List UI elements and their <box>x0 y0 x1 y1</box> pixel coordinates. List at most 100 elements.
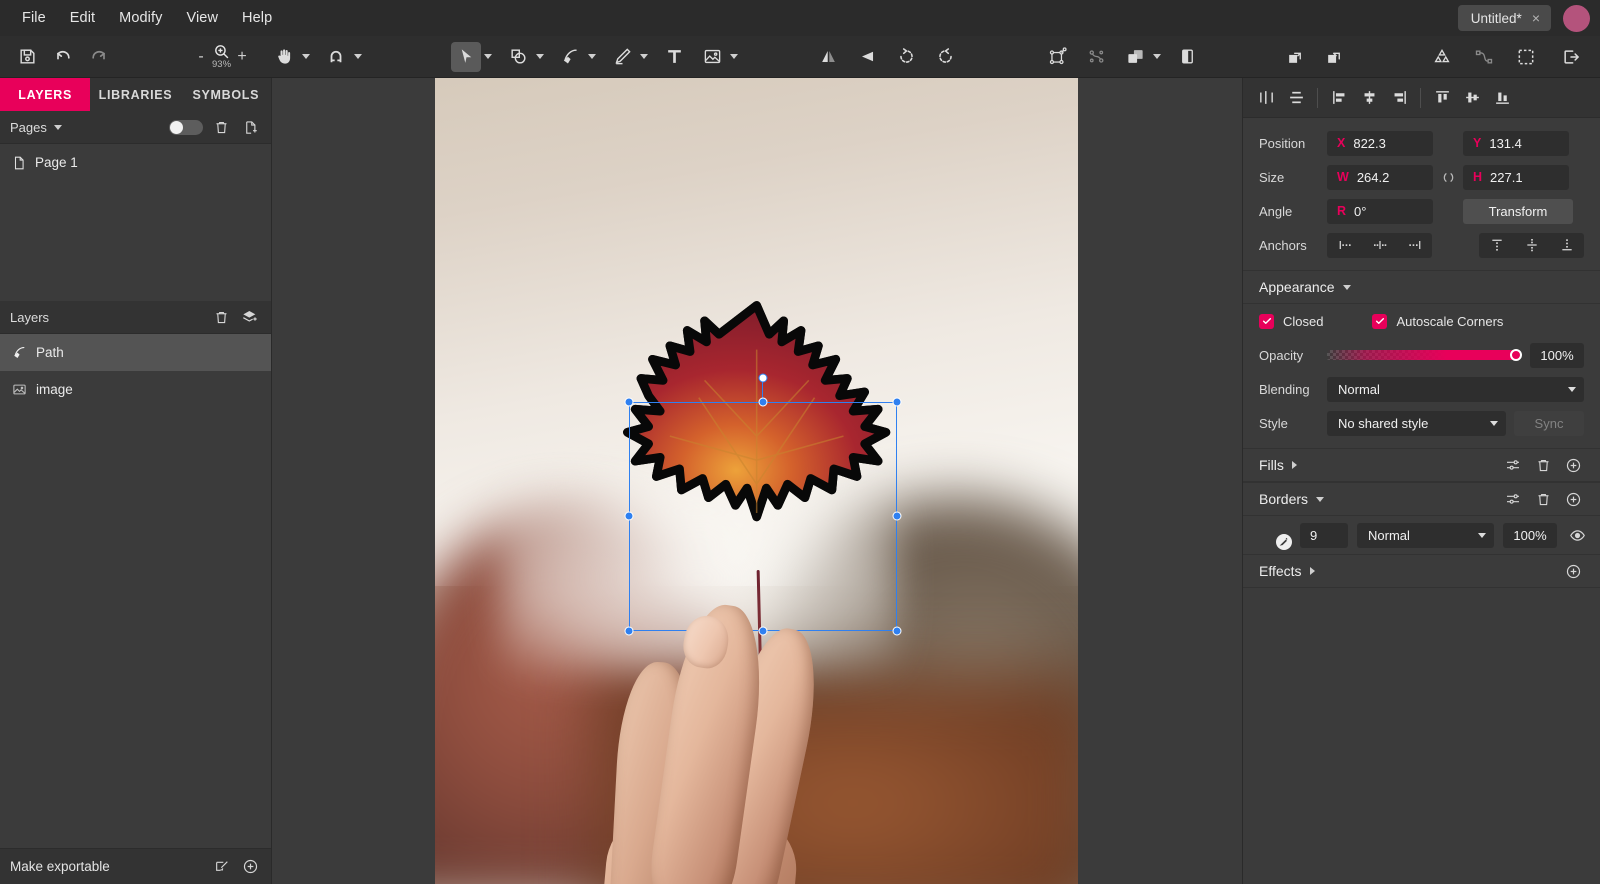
anchor-left-icon[interactable] <box>1327 233 1362 258</box>
resize-handle-top-left[interactable] <box>624 397 634 407</box>
fills-chevron-right-icon[interactable] <box>1291 461 1297 469</box>
snap-magnet-icon[interactable] <box>321 42 351 72</box>
flip-vertical-icon[interactable] <box>852 42 882 72</box>
proportion-link-icon[interactable] <box>1433 170 1463 185</box>
pages-chevron-down-icon[interactable] <box>53 124 62 130</box>
bring-forward-icon[interactable] <box>1280 42 1310 72</box>
position-y-input[interactable]: Y 131.4 <box>1463 130 1569 156</box>
border-opacity-input[interactable]: 100% <box>1503 522 1557 548</box>
anchor-bottom-icon[interactable] <box>1549 233 1584 258</box>
selection-bounding-box[interactable] <box>629 402 897 631</box>
marquee-select-icon[interactable] <box>1511 42 1541 72</box>
rotation-handle[interactable] <box>758 373 768 383</box>
blending-select[interactable]: Normal <box>1327 376 1584 402</box>
shape-tool-icon[interactable] <box>503 42 533 72</box>
position-x-input[interactable]: X 822.3 <box>1327 130 1433 156</box>
tab-libraries[interactable]: LIBRARIES <box>90 78 181 111</box>
transform-points-icon[interactable] <box>1042 42 1072 72</box>
layers-trash-icon[interactable] <box>210 306 232 328</box>
resize-handle-bottom-left[interactable] <box>624 626 634 636</box>
avatar[interactable] <box>1563 4 1590 32</box>
align-middle-vertical-icon[interactable] <box>1458 84 1486 112</box>
closed-checkbox[interactable] <box>1259 313 1274 329</box>
size-height-input[interactable]: H 227.1 <box>1463 164 1569 190</box>
image-chevron-down-icon[interactable] <box>727 42 741 72</box>
pages-trash-icon[interactable] <box>210 116 232 138</box>
rotate-right-icon[interactable] <box>930 42 960 72</box>
pages-visibility-toggle[interactable] <box>169 119 203 135</box>
style-select[interactable]: No shared style <box>1327 410 1506 436</box>
menu-item-modify[interactable]: Modify <box>107 5 174 31</box>
undo-icon[interactable] <box>48 42 78 72</box>
transform-button[interactable]: Transform <box>1463 198 1573 224</box>
vectorize-icon[interactable] <box>1081 42 1111 72</box>
convert-icon[interactable] <box>1427 42 1457 72</box>
borders-section-header[interactable]: Borders <box>1243 482 1600 516</box>
layer-item-path[interactable]: Path <box>0 334 271 371</box>
resize-handle-top-center[interactable] <box>758 397 768 407</box>
anchor-center-icon[interactable] <box>1362 233 1397 258</box>
eye-icon[interactable] <box>1566 524 1588 546</box>
border-color-swatch[interactable] <box>1257 522 1292 550</box>
tab-layers[interactable]: LAYERS <box>0 78 91 111</box>
menu-item-file[interactable]: File <box>10 5 58 31</box>
align-right-icon[interactable] <box>1385 84 1413 112</box>
appearance-chevron-down-icon[interactable] <box>1342 284 1351 290</box>
borders-sliders-icon[interactable] <box>1502 488 1524 510</box>
select-chevron-down-icon[interactable] <box>481 42 495 72</box>
fills-trash-icon[interactable] <box>1532 454 1554 476</box>
resize-handle-bottom-center[interactable] <box>758 626 768 636</box>
mask-icon[interactable] <box>1172 42 1202 72</box>
align-center-horizontal-icon[interactable] <box>1355 84 1383 112</box>
opacity-value-input[interactable]: 100% <box>1530 342 1584 368</box>
anchor-middle-icon[interactable] <box>1514 233 1549 258</box>
hand-tool-icon[interactable] <box>269 42 299 72</box>
fills-sliders-icon[interactable] <box>1502 454 1524 476</box>
eyedropper-icon[interactable] <box>1276 534 1292 550</box>
menu-item-help[interactable]: Help <box>230 5 284 31</box>
shape-chevron-down-icon[interactable] <box>533 42 547 72</box>
distribute-horizontal-icon[interactable] <box>1252 84 1280 112</box>
effects-add-icon[interactable] <box>1562 560 1584 582</box>
border-blend-select[interactable]: Normal <box>1357 522 1494 548</box>
artboard[interactable] <box>435 78 1078 884</box>
magnifier-icon[interactable]: 93% <box>212 43 231 70</box>
effects-chevron-right-icon[interactable] <box>1309 567 1315 575</box>
resize-handle-bottom-right[interactable] <box>892 626 902 636</box>
effects-section-header[interactable]: Effects <box>1243 554 1600 588</box>
slice-icon[interactable] <box>211 856 233 878</box>
border-width-input[interactable]: 9 <box>1300 522 1348 548</box>
align-top-icon[interactable] <box>1428 84 1456 112</box>
pen-chevron-down-icon[interactable] <box>585 42 599 72</box>
add-layer-icon[interactable] <box>239 306 261 328</box>
align-bottom-icon[interactable] <box>1488 84 1516 112</box>
anchor-right-icon[interactable] <box>1397 233 1432 258</box>
zoom-in-button[interactable]: + <box>233 48 251 66</box>
save-icon[interactable] <box>12 42 42 72</box>
resize-handle-middle-left[interactable] <box>624 511 634 521</box>
pen-tool-icon[interactable] <box>555 42 585 72</box>
snap-chevron-down-icon[interactable] <box>351 42 365 72</box>
export-icon[interactable] <box>1556 42 1586 72</box>
list-item[interactable]: Page 1 <box>0 144 271 181</box>
opacity-slider[interactable] <box>1327 349 1522 361</box>
select-arrow-icon[interactable] <box>451 41 482 72</box>
zoom-out-button[interactable]: - <box>192 48 210 66</box>
menu-item-edit[interactable]: Edit <box>58 5 107 31</box>
boolean-chevron-down-icon[interactable] <box>1150 42 1164 72</box>
pencil-tool-icon[interactable] <box>607 42 637 72</box>
close-icon[interactable]: × <box>1532 11 1540 25</box>
layer-item-image[interactable]: image <box>0 371 271 408</box>
borders-chevron-down-icon[interactable] <box>1316 496 1325 502</box>
redo-icon[interactable] <box>84 42 114 72</box>
image-tool-icon[interactable] <box>697 42 727 72</box>
canvas[interactable] <box>272 78 1242 884</box>
text-tool-icon[interactable] <box>659 42 689 72</box>
anchor-top-icon[interactable] <box>1479 233 1514 258</box>
borders-add-icon[interactable] <box>1562 488 1584 510</box>
resize-handle-middle-right[interactable] <box>892 511 902 521</box>
fills-add-icon[interactable] <box>1562 454 1584 476</box>
plus-circle-icon[interactable] <box>239 856 261 878</box>
opacity-slider-knob[interactable] <box>1510 349 1522 361</box>
rotate-left-icon[interactable] <box>891 42 921 72</box>
